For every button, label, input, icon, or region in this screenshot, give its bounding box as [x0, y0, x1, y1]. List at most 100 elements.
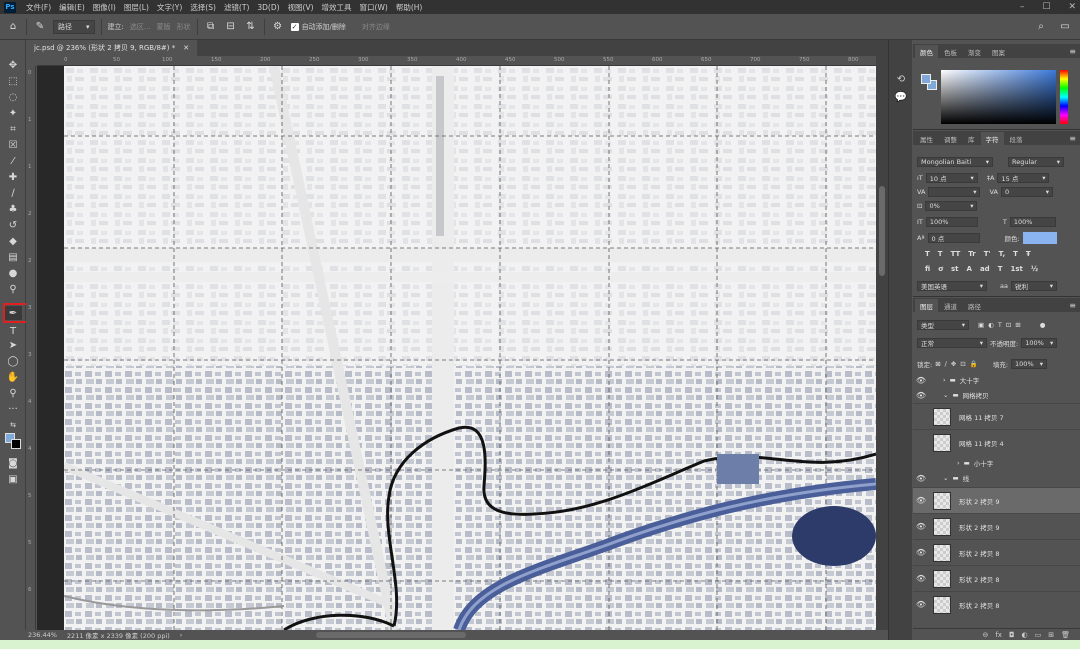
eraser-tool-icon[interactable]: ◆ — [4, 234, 22, 248]
type-tool-icon[interactable]: T — [4, 324, 22, 338]
text-color-swatch[interactable] — [1022, 232, 1057, 244]
layer-group-row[interactable]: › ▬ 小十字 — [913, 456, 1080, 470]
stylistic-alternates-button[interactable]: ad — [980, 265, 990, 273]
align-edges-checkbox[interactable]: 对齐边缘 — [362, 22, 390, 32]
document-tab[interactable]: jc.psd @ 236% (形状 2 拷贝 9, RGB/8#) * ✕ — [26, 40, 198, 56]
menu-file[interactable]: 文件(F) — [22, 2, 55, 13]
faux-bold-button[interactable]: T — [925, 250, 930, 258]
dodge-tool-icon[interactable]: ⚲ — [4, 282, 22, 296]
panel-menu-icon[interactable]: ≡ — [1069, 47, 1076, 56]
layer-row[interactable]: 👁 形状 2 拷贝 9 — [913, 513, 1080, 539]
panel-menu-icon[interactable]: ≡ — [1069, 134, 1076, 143]
small-caps-button[interactable]: Tr — [968, 250, 975, 258]
adjustment-layer-icon[interactable]: ◐ — [1022, 631, 1028, 639]
collapse-chevron-icon[interactable]: ⌄ — [943, 474, 948, 482]
search-icon[interactable]: ⌕ — [1034, 20, 1048, 34]
layer-row[interactable]: 网格 11 拷贝 7 — [913, 403, 1080, 429]
leading-field[interactable]: 15 点 ▾ — [997, 173, 1050, 183]
marquee-tool-icon[interactable]: ⬚ — [4, 74, 22, 88]
more-tools-icon[interactable]: ··· — [4, 402, 22, 416]
color-picker-field[interactable] — [941, 70, 1056, 124]
crop-tool-icon[interactable]: ⌗ — [4, 122, 22, 136]
pen-mode-select[interactable]: 路径 ▾ — [53, 19, 95, 34]
vertical-ruler[interactable]: 0 1 1 2 2 3 3 4 4 5 5 6 — [26, 66, 36, 630]
visibility-eye-icon[interactable]: 👁 — [913, 474, 929, 483]
subscript-button[interactable]: T, — [999, 250, 1005, 258]
hue-slider[interactable] — [1060, 70, 1068, 124]
menu-filter[interactable]: 滤镜(T) — [220, 2, 253, 13]
font-style-select[interactable]: Regular ▾ — [1008, 157, 1064, 167]
zoom-level[interactable]: 236.44% — [28, 631, 57, 639]
menu-3d[interactable]: 3D(D) — [253, 3, 283, 12]
layer-group-row[interactable]: 👁 ⌄ ▬ 网格拷贝 — [913, 388, 1080, 402]
menu-image[interactable]: 图像(I) — [89, 2, 120, 13]
home-icon[interactable]: ⌂ — [6, 20, 20, 34]
vertical-scrollbar[interactable] — [876, 56, 888, 630]
auto-add-delete-checkbox[interactable]: ✓ 自动添加/删除 — [290, 22, 346, 32]
canvas-workspace[interactable] — [37, 66, 876, 630]
lasso-tool-icon[interactable]: ◌ — [4, 90, 22, 104]
background-color-swatch[interactable] — [11, 439, 21, 449]
expand-chevron-icon[interactable]: › — [957, 459, 960, 467]
visibility-eye-icon[interactable]: 👁 — [913, 391, 929, 400]
tab-paths[interactable]: 路径 — [963, 299, 986, 312]
new-group-icon[interactable]: ▭ — [1035, 631, 1042, 639]
horizontal-scrollbar-thumb[interactable] — [316, 632, 466, 638]
tab-libraries[interactable]: 库 — [963, 132, 980, 145]
fractions-button[interactable]: ½ — [1031, 265, 1038, 273]
ellipse-tool-icon[interactable]: ◯ — [4, 354, 22, 368]
blend-mode-select[interactable]: 正常 ▾ — [917, 338, 987, 348]
ligatures-button[interactable]: fi — [925, 265, 930, 273]
horizontal-ruler[interactable]: 0 50 100 150 200 250 300 350 400 450 500 550 600 650 7… — [37, 56, 876, 66]
expand-chevron-icon[interactable]: › — [943, 376, 946, 384]
history-panel-icon[interactable]: ⟲ — [894, 72, 908, 86]
vertical-scale-field[interactable]: 100% — [925, 217, 978, 227]
panel-menu-icon[interactable]: ≡ — [1069, 301, 1076, 310]
make-selection-button[interactable]: 选区... — [130, 22, 151, 32]
fill-field[interactable]: 100% ▾ — [1011, 359, 1048, 369]
language-select[interactable]: 美国英语 ▾ — [917, 281, 987, 291]
layer-row[interactable]: 👁 形状 2 拷贝 8 — [913, 539, 1080, 565]
superscript-button[interactable]: T' — [984, 250, 991, 258]
layer-group-row[interactable]: 👁 ⌄ ▬ 线 — [913, 471, 1080, 485]
default-colors-icon[interactable]: ⇆ — [4, 418, 22, 432]
tab-adjustments[interactable]: 调整 — [939, 132, 962, 145]
kerning-field[interactable]: ▾ — [928, 187, 981, 197]
layer-row[interactable]: 👁 形状 2 拷贝 8 — [913, 591, 1080, 617]
collapse-chevron-icon[interactable]: ⌄ — [943, 391, 948, 399]
make-shape-button[interactable]: 形状 — [177, 22, 191, 32]
discretionary-ligatures-button[interactable]: st — [951, 265, 959, 273]
quick-mask-icon[interactable]: ◙ — [4, 456, 22, 470]
zoom-tool-icon[interactable]: ⚲ — [4, 386, 22, 400]
visibility-eye-icon[interactable]: 👁 — [913, 548, 929, 557]
strikethrough-button[interactable]: Ŧ — [1026, 250, 1031, 258]
close-tab-icon[interactable]: ✕ — [183, 44, 189, 52]
menu-plugins[interactable]: 增效工具 — [318, 2, 356, 13]
tab-layers[interactable]: 图层 — [915, 299, 938, 312]
tab-patterns[interactable]: 图案 — [987, 45, 1010, 58]
fx-icon[interactable]: fx — [995, 631, 1002, 639]
menu-type[interactable]: 文字(Y) — [153, 2, 186, 13]
underline-button[interactable]: T — [1013, 250, 1018, 258]
frame-tool-icon[interactable]: ☒ — [4, 138, 22, 152]
move-tool-icon[interactable]: ✥ — [4, 58, 22, 72]
status-arrow-icon[interactable]: › — [180, 631, 183, 639]
tab-swatches[interactable]: 色板 — [939, 45, 962, 58]
tracking-field[interactable]: 0 ▾ — [1000, 187, 1053, 197]
tab-color[interactable]: 颜色 — [915, 45, 938, 58]
trash-icon[interactable]: 🗑 — [1061, 631, 1070, 639]
visibility-eye-icon[interactable]: 👁 — [913, 574, 929, 583]
comments-panel-icon[interactable]: 💬 — [894, 90, 908, 104]
swash-button[interactable]: A — [967, 265, 972, 273]
filter-toggle-icon[interactable]: ● — [1040, 321, 1046, 329]
make-mask-button[interactable]: 蒙版 — [157, 22, 171, 32]
new-layer-icon[interactable]: ⊞ — [1048, 631, 1054, 639]
tab-channels[interactable]: 通道 — [939, 299, 962, 312]
menu-help[interactable]: 帮助(H) — [392, 2, 427, 13]
menu-view[interactable]: 视图(V) — [284, 2, 318, 13]
menu-select[interactable]: 选择(S) — [186, 2, 220, 13]
tab-properties[interactable]: 属性 — [915, 132, 938, 145]
path-selection-tool-icon[interactable]: ➤ — [4, 338, 22, 352]
visibility-eye-icon[interactable]: 👁 — [913, 496, 929, 505]
path-arrangement-icon[interactable]: ⇅ — [244, 20, 258, 34]
